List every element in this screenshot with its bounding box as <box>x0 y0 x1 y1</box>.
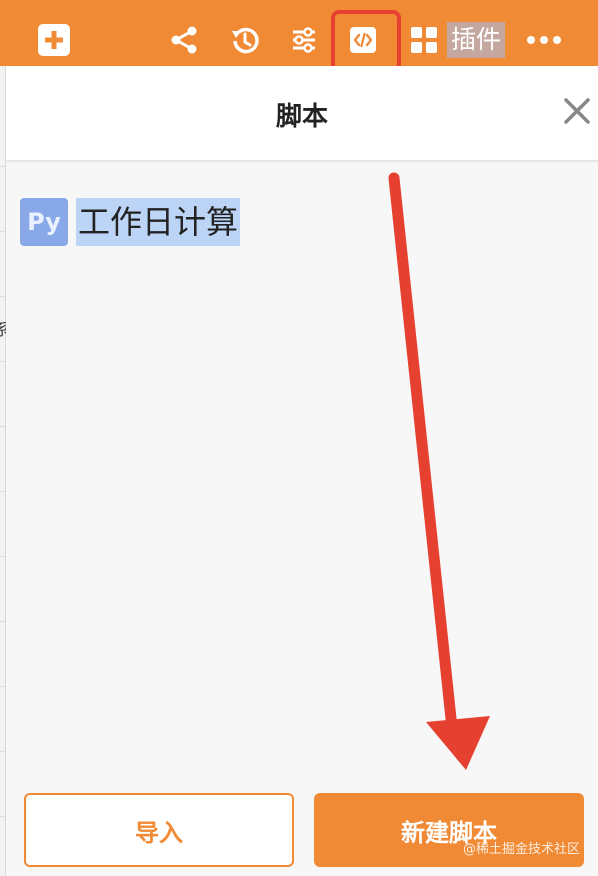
code-icon <box>350 27 376 53</box>
plus-icon <box>45 31 63 49</box>
sliders-icon <box>293 27 315 53</box>
panel-title: 脚本 <box>275 102 328 132</box>
add-button[interactable] <box>38 24 70 56</box>
script-panel-body: Py 工作日计算 <box>6 162 598 876</box>
history-icon <box>232 27 259 54</box>
table-row-divider <box>0 426 5 427</box>
grid-icon <box>411 27 437 53</box>
top-toolbar: 插件 <box>0 0 598 72</box>
plugins-label[interactable]: 插件 <box>447 22 506 58</box>
table-row-divider <box>0 491 5 492</box>
table-row-divider <box>0 556 5 557</box>
table-row-divider <box>0 751 5 752</box>
python-badge: Py <box>20 198 68 246</box>
import-button[interactable]: 导入 <box>24 793 294 867</box>
table-row-divider <box>0 621 5 622</box>
script-list-item[interactable]: Py 工作日计算 <box>20 198 241 246</box>
table-row-divider <box>0 166 5 167</box>
settings-button[interactable] <box>286 22 322 58</box>
share-icon <box>171 26 197 54</box>
share-button[interactable] <box>166 22 202 58</box>
table-row-divider <box>0 231 5 232</box>
table-row-divider <box>0 816 5 817</box>
script-panel-header: 脚本 <box>6 66 598 162</box>
more-icon <box>527 36 561 44</box>
close-icon <box>564 98 590 124</box>
watermark: @稀土掘金技术社区 <box>462 842 580 857</box>
script-name[interactable]: 工作日计算 <box>76 198 241 246</box>
table-row-divider <box>0 686 5 687</box>
script-button[interactable] <box>347 24 379 56</box>
table-row-divider <box>0 296 5 297</box>
table-row-divider <box>0 361 5 362</box>
more-button[interactable] <box>524 26 564 54</box>
history-button[interactable] <box>226 22 264 60</box>
close-button[interactable] <box>560 94 594 128</box>
plugins-button[interactable] <box>408 24 440 56</box>
